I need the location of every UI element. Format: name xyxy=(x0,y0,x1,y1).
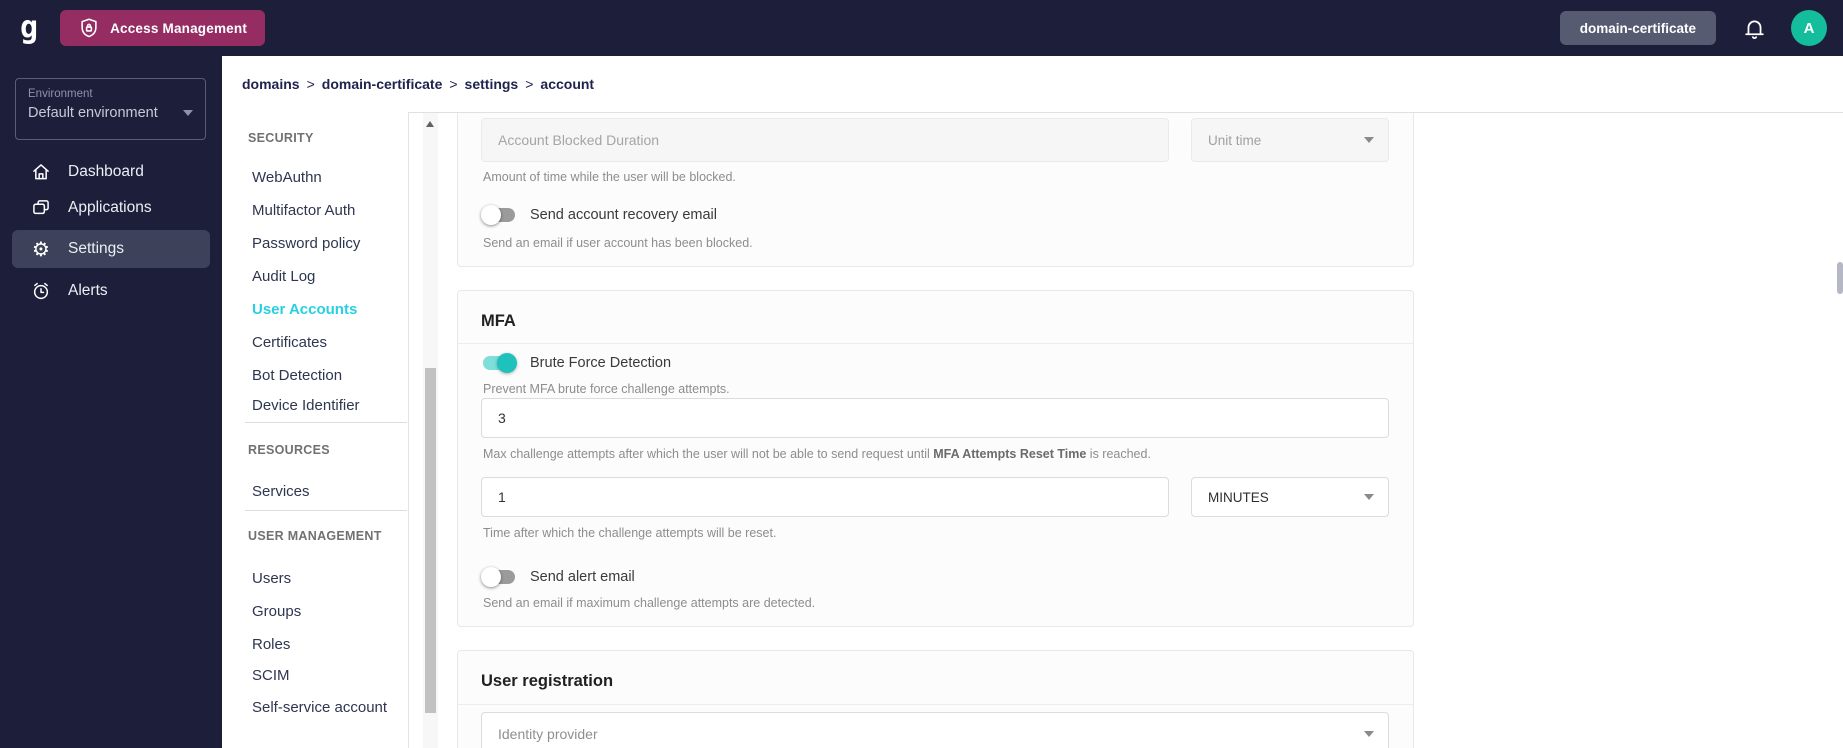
subnav-item-self-service-account[interactable]: Self-service account xyxy=(252,699,387,716)
identity-provider-select[interactable]: Identity provider xyxy=(481,712,1389,748)
brute-force-detection-toggle[interactable] xyxy=(481,353,517,373)
subnav-divider xyxy=(245,422,407,423)
alert-hint: Send an email if maximum challenge attem… xyxy=(483,596,816,610)
breadcrumb-domain-certificate[interactable]: domain-certificate xyxy=(322,76,443,92)
subnav-item-webauthn[interactable]: WebAuthn xyxy=(252,169,322,186)
brute-force-hint: Prevent MFA brute force challenge attemp… xyxy=(483,382,730,396)
panel-top-border xyxy=(222,112,1843,113)
reset-time-unit-select[interactable]: MINUTES xyxy=(1191,477,1389,517)
breadcrumb-separator: > xyxy=(449,76,458,92)
reset-time-input[interactable]: 1 xyxy=(481,477,1169,517)
reset-time-unit-value: MINUTES xyxy=(1208,489,1269,505)
subnav-item-password-policy[interactable]: Password policy xyxy=(252,235,360,252)
subnav-item-scim[interactable]: SCIM xyxy=(252,667,290,684)
access-management-badge[interactable]: Access Management xyxy=(60,10,266,46)
current-domain-chip[interactable]: domain-certificate xyxy=(1559,11,1716,45)
sidebar-item-dashboard[interactable]: Dashboard xyxy=(12,153,210,191)
subnav-item-bot-detection[interactable]: Bot Detection xyxy=(252,367,342,384)
chevron-down-icon xyxy=(1364,494,1374,500)
duration-hint: Amount of time while the user will be bl… xyxy=(483,170,736,184)
breadcrumb-domains[interactable]: domains xyxy=(242,76,300,92)
max-attempts-value: 3 xyxy=(498,410,506,426)
content-scrollbar[interactable] xyxy=(423,113,438,748)
brute-force-label: Brute Force Detection xyxy=(530,355,672,371)
environment-label: Environment xyxy=(28,88,93,100)
subnav-section-resources: RESOURCES xyxy=(248,443,330,457)
alarm-clock-icon xyxy=(30,281,52,301)
main-sidebar: Environment Default environment Dashboar… xyxy=(0,56,222,748)
subnav-item-audit-log[interactable]: Audit Log xyxy=(252,268,315,285)
send-recovery-email-toggle[interactable] xyxy=(481,205,517,225)
subnav-item-groups[interactable]: Groups xyxy=(252,603,301,620)
gear-icon: ⚙ xyxy=(32,237,50,261)
subnav-item-services[interactable]: Services xyxy=(252,483,310,500)
subnav-section-user-management: USER MANAGEMENT xyxy=(248,529,382,543)
top-bar: g Access Management domain-certificate A xyxy=(0,0,1843,56)
max-attempts-hint: Max challenge attempts after which the u… xyxy=(483,447,1151,461)
product-badge-label: Access Management xyxy=(110,20,248,36)
shield-lock-icon xyxy=(78,17,100,39)
sidebar-item-label: Applications xyxy=(68,199,152,216)
recovery-email-toggle-row: Send account recovery email xyxy=(481,205,717,225)
settings-content: Account Blocked Duration Unit time Amoun… xyxy=(440,112,1843,748)
sidebar-item-label: Settings xyxy=(68,240,125,257)
brute-force-toggle-row: Brute Force Detection xyxy=(481,353,671,373)
chevron-down-icon xyxy=(183,110,193,116)
sidebar-item-alerts[interactable]: Alerts xyxy=(12,272,210,310)
unit-time-placeholder: Unit time xyxy=(1208,132,1262,148)
sidebar-item-label: Alerts xyxy=(68,282,108,299)
scrollbar-up-arrow-icon[interactable] xyxy=(426,121,434,127)
send-alert-email-toggle[interactable] xyxy=(481,567,517,587)
subnav-item-device-identifier[interactable]: Device Identifier xyxy=(252,397,360,414)
account-blocked-duration-input[interactable]: Account Blocked Duration xyxy=(481,118,1169,162)
page-scrollbar-thumb[interactable] xyxy=(1837,262,1843,294)
environment-value: Default environment xyxy=(28,105,158,121)
user-avatar[interactable]: A xyxy=(1791,10,1827,46)
recovery-hint: Send an email if user account has been b… xyxy=(483,236,753,250)
user-registration-title: User registration xyxy=(481,672,614,690)
recovery-toggle-label: Send account recovery email xyxy=(530,207,717,223)
subnav-item-certificates[interactable]: Certificates xyxy=(252,334,327,351)
breadcrumb-account[interactable]: account xyxy=(540,76,594,92)
sidebar-item-settings[interactable]: ⚙ Settings xyxy=(12,230,210,268)
breadcrumb-settings[interactable]: settings xyxy=(465,76,519,92)
account-blocked-card: Account Blocked Duration Unit time Amoun… xyxy=(457,112,1414,267)
environment-selector[interactable]: Environment Default environment xyxy=(15,78,206,140)
home-icon xyxy=(30,162,52,182)
alert-email-toggle-row: Send alert email xyxy=(481,567,635,587)
breadcrumb-separator: > xyxy=(525,76,534,92)
sidebar-item-label: Dashboard xyxy=(68,163,144,180)
mfa-card-title: MFA xyxy=(481,312,516,330)
breadcrumb: domains > domain-certificate > settings … xyxy=(242,56,594,112)
card-divider xyxy=(458,343,1413,344)
scrollbar-thumb[interactable] xyxy=(425,368,436,713)
reset-time-hint: Time after which the challenge attempts … xyxy=(483,526,777,540)
mfa-card: MFA Brute Force Detection Prevent MFA br… xyxy=(457,290,1414,627)
identity-provider-placeholder: Identity provider xyxy=(498,726,598,742)
user-registration-card: User registration Identity provider xyxy=(457,650,1414,748)
applications-icon xyxy=(30,198,52,218)
max-attempts-input[interactable]: 3 xyxy=(481,398,1389,438)
alert-toggle-label: Send alert email xyxy=(530,569,635,585)
card-divider xyxy=(458,704,1413,705)
subnav-divider xyxy=(245,510,407,511)
breadcrumb-separator: > xyxy=(306,76,315,92)
chevron-down-icon xyxy=(1364,731,1374,737)
gravitee-logo-icon[interactable]: g xyxy=(20,12,38,44)
app-window: g Access Management domain-certificate A… xyxy=(0,0,1843,748)
account-blocked-duration-placeholder: Account Blocked Duration xyxy=(498,132,660,148)
subnav-item-user-accounts[interactable]: User Accounts xyxy=(252,301,357,318)
sidebar-item-applications[interactable]: Applications xyxy=(12,189,210,227)
subnav-item-users[interactable]: Users xyxy=(252,570,291,587)
unit-time-select[interactable]: Unit time xyxy=(1191,118,1389,162)
subnav-section-security: SECURITY xyxy=(248,131,314,145)
subnav-item-roles[interactable]: Roles xyxy=(252,636,290,653)
settings-subnav: SECURITY WebAuthn Multifactor Auth Passw… xyxy=(222,112,409,748)
reset-time-value: 1 xyxy=(498,489,506,505)
subnav-item-multifactor-auth[interactable]: Multifactor Auth xyxy=(252,202,355,219)
chevron-down-icon xyxy=(1364,137,1374,143)
topbar-right: domain-certificate A xyxy=(1559,10,1843,46)
notifications-bell-icon[interactable] xyxy=(1742,16,1767,41)
